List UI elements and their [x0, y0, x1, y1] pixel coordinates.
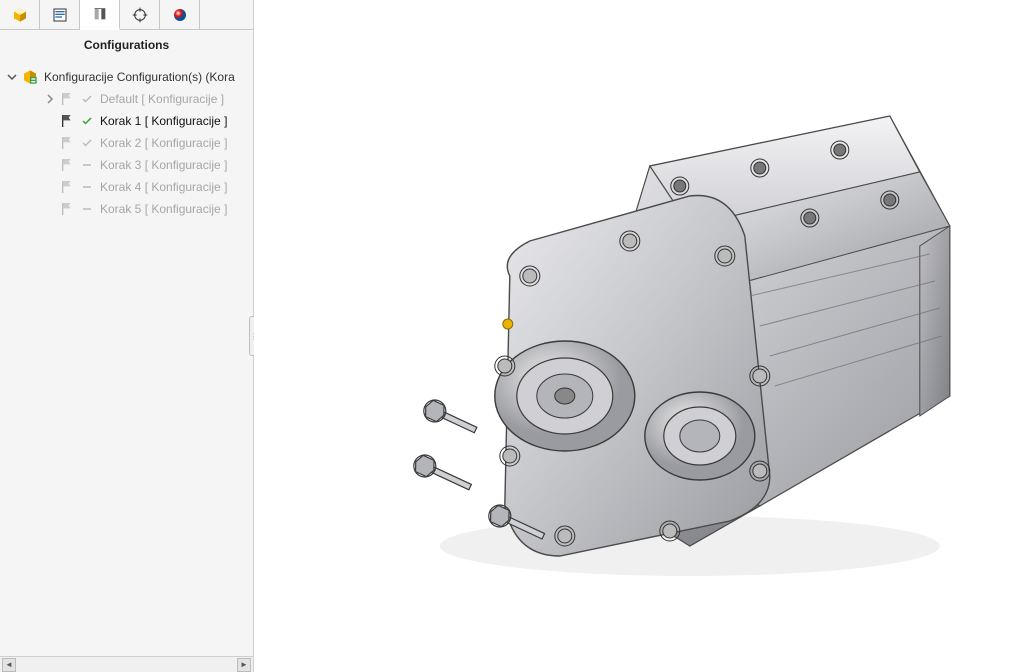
tab-assembly[interactable]: [0, 0, 40, 30]
cad-model[interactable]: [329, 76, 969, 596]
dash-icon: [80, 158, 94, 172]
expand-icon[interactable]: [44, 93, 56, 105]
tab-appearance[interactable]: [160, 0, 200, 30]
tree-root-label: Konfiguracije Configuration(s) (Kora: [42, 70, 235, 84]
scroll-left-icon[interactable]: ◄: [2, 658, 16, 672]
config-flag-icon: [60, 157, 76, 173]
3d-viewport[interactable]: [254, 0, 1019, 672]
tree-item-korak1[interactable]: Korak 1 [ Konfiguracije ]: [6, 110, 253, 132]
property-sheet-icon: [52, 7, 68, 23]
tree-item-korak5[interactable]: Korak 5 [ Konfiguracije ]: [6, 198, 253, 220]
config-flag-icon: [60, 201, 76, 217]
scroll-right-icon[interactable]: ►: [237, 658, 251, 672]
crosshair-icon: [132, 7, 148, 23]
configuration-sidebar: Configurations Konfiguracije Configurati…: [0, 0, 254, 672]
tree-item-korak2[interactable]: Korak 2 [ Konfiguracije ]: [6, 132, 253, 154]
config-root-icon: [22, 69, 38, 85]
tab-configurations[interactable]: [80, 0, 120, 30]
dash-icon: [80, 180, 94, 194]
configurations-icon: [92, 6, 108, 22]
sidebar-tabstrip: [0, 0, 253, 30]
configuration-tree[interactable]: Konfiguracije Configuration(s) (Kora Def…: [0, 62, 253, 656]
tree-root[interactable]: Konfiguracije Configuration(s) (Kora: [6, 66, 253, 88]
check-icon: [80, 136, 94, 150]
dash-icon: [80, 202, 94, 216]
check-icon: [80, 114, 94, 128]
check-icon: [80, 92, 94, 106]
app-root: Configurations Konfiguracije Configurati…: [0, 0, 1019, 672]
tab-dimxpert[interactable]: [120, 0, 160, 30]
appearance-sphere-icon: [172, 7, 188, 23]
tree-item-label: Korak 3 [ Konfiguracije ]: [98, 158, 227, 172]
tree-item-label: Korak 4 [ Konfiguracije ]: [98, 180, 227, 194]
tree-item-label: Korak 1 [ Konfiguracije ]: [98, 114, 227, 128]
collapse-icon[interactable]: [6, 71, 18, 83]
horizontal-scrollbar[interactable]: ◄ ►: [0, 656, 253, 672]
config-flag-icon: [60, 179, 76, 195]
tree-item-korak3[interactable]: Korak 3 [ Konfiguracije ]: [6, 154, 253, 176]
tree-item-label: Korak 2 [ Konfiguracije ]: [98, 136, 227, 150]
config-flag-icon: [60, 135, 76, 151]
cube-icon: [12, 7, 28, 23]
tree-item-korak4[interactable]: Korak 4 [ Konfiguracije ]: [6, 176, 253, 198]
tab-property[interactable]: [40, 0, 80, 30]
tree-item-label: Korak 5 [ Konfiguracije ]: [98, 202, 227, 216]
tree-item-label: Default [ Konfiguracije ]: [98, 92, 224, 106]
tree-item-default[interactable]: Default [ Konfiguracije ]: [6, 88, 253, 110]
panel-title: Configurations: [0, 30, 253, 62]
config-flag-icon: [60, 91, 76, 107]
config-flag-icon: [60, 113, 76, 129]
